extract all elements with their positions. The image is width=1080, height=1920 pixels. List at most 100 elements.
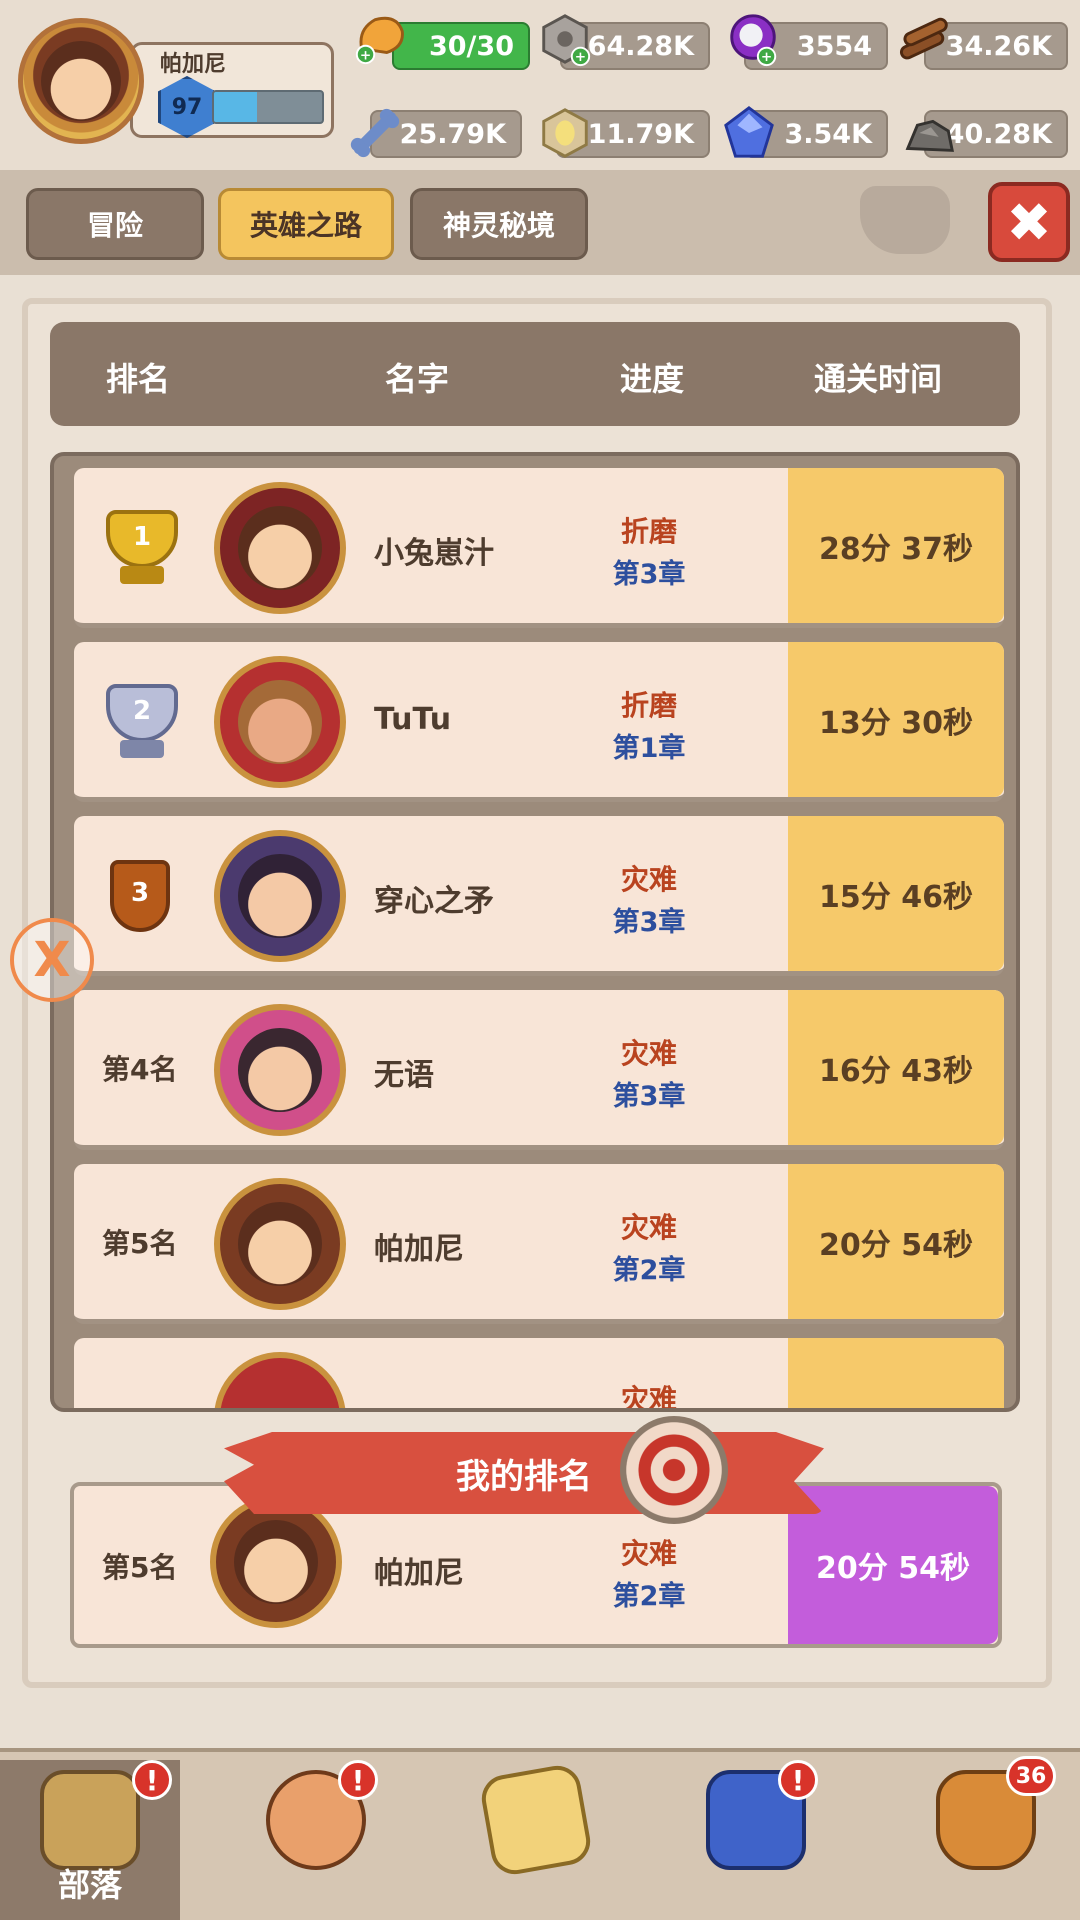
close-icon: ✖ [1006,190,1052,254]
clear-time [788,1338,1004,1408]
xp-bar [212,90,324,124]
table-row[interactable]: 第4名 无语 灾难 第3章 16分 43秒 [74,990,1004,1150]
difficulty-label: 灾难 [620,1211,677,1244]
difficulty-label: 折磨 [620,689,677,722]
map-icon [478,1762,594,1878]
avatar[interactable] [214,482,346,614]
player-name: 小兔崽汁 [374,536,494,571]
chapter-label: 第3章 [612,559,686,590]
x-logo-icon: X [33,932,71,988]
nav-pet[interactable]: ! [666,1760,846,1920]
rank-label: 第4名 [102,1053,178,1086]
egg-value: 11.79K [587,118,694,150]
energy-counter[interactable]: 30/30 [392,22,530,70]
tribe-hut-icon [40,1770,140,1870]
silver-trophy-icon: 2 [96,684,188,764]
table-header: 排名 名字 进度 通关时间 [50,322,1020,426]
header-progress: 进度 [620,360,685,398]
tab-adventure[interactable]: 冒险 [26,188,204,260]
crystal-value: 3.54K [784,118,872,150]
bone-value: 25.79K [399,118,506,150]
table-row[interactable]: 第5名 帕加尼 灾难 第2章 20分 54秒 [74,1164,1004,1324]
golden-egg-icon [542,108,588,158]
avatar[interactable] [214,1178,346,1310]
nav-tribe-label: 部落 [57,1866,122,1904]
alert-badge: ! [338,1760,378,1800]
my-chapter: 第2章 [612,1581,686,1612]
chapter-label: 第3章 [612,907,686,938]
rank-number: 2 [132,696,152,726]
level-number: 97 [171,95,203,120]
close-button[interactable]: ✖ [988,182,1070,262]
gold-trophy-icon: 1 [96,510,188,590]
player-name: 帕加尼 [160,52,227,77]
count-badge: 36 [1006,1756,1056,1796]
rank-label: 第5名 [102,1227,178,1260]
bone-icon [350,108,400,158]
avatar[interactable] [214,656,346,788]
xp-fill [214,92,258,122]
tab-divine-realm[interactable]: 神灵秘境 [410,188,588,260]
chapter-label: 第1章 [612,733,686,764]
my-rank-banner: 我的排名 [224,1432,824,1514]
difficulty-label: 灾难 [620,1383,677,1412]
nut-value: 64.28K [587,30,694,62]
rank-number: 1 [132,522,152,552]
wood-logs-icon[interactable] [894,10,952,68]
meat-energy-icon[interactable]: + [352,10,410,68]
table-row[interactable]: 1 小兔崽汁 折磨 第3章 28分 37秒 [74,468,1004,628]
decorative-pot-icon [860,186,950,254]
header-clear-time: 通关时间 [814,360,943,398]
avatar[interactable] [214,1004,346,1136]
avatar[interactable] [214,1352,346,1408]
svg-text:+: + [360,47,371,63]
difficulty-label: 灾难 [620,1037,677,1070]
purple-orb-icon[interactable]: + [724,10,782,68]
my-avatar[interactable] [210,1496,342,1628]
my-name: 帕加尼 [374,1556,464,1591]
chapter-label: 第3章 [612,1081,686,1112]
clear-time: 16分 43秒 [788,990,1004,1145]
nav-hero[interactable]: ! [226,1760,406,1920]
svg-text:+: + [761,49,772,65]
rank-number: 3 [130,878,150,908]
header-rank: 排名 [106,360,171,398]
header-name: 名字 [385,360,450,398]
player-avatar[interactable] [18,18,144,144]
table-row[interactable]: 灾难 [74,1338,1004,1412]
nav-tribe[interactable]: 部落 ! [0,1760,180,1920]
orb-value: 3554 [796,30,872,62]
clear-time: 28分 37秒 [788,468,1004,623]
energy-value: 30/30 [428,30,514,62]
my-rank-title: 我的排名 [456,1456,592,1497]
clear-time: 15分 46秒 [788,816,1004,971]
stone-ore-icon [905,119,954,152]
chapter-label: 第2章 [612,1255,686,1286]
nav-map[interactable] [446,1760,626,1920]
alert-badge: ! [132,1760,172,1800]
alert-badge: ! [778,1760,818,1800]
player-name: 无语 [374,1058,434,1093]
player-name: TuTu [374,702,452,737]
table-row[interactable]: 2 TuTu 折磨 第1章 13分 30秒 [74,642,1004,802]
floating-assist-button[interactable]: X [10,918,94,1002]
tab-hero-road[interactable]: 英雄之路 [218,188,394,260]
nav-bag[interactable]: 36 [896,1756,1076,1920]
player-name: 帕加尼 [374,1232,464,1267]
my-rank-label: 第5名 [102,1551,178,1584]
svg-text:+: + [575,49,586,65]
ore-value: 40.28K [945,118,1052,150]
my-difficulty: 灾难 [620,1537,677,1570]
clear-time: 20分 54秒 [788,1164,1004,1319]
avatar-face-icon [41,41,121,121]
difficulty-label: 折磨 [620,515,677,548]
bronze-badge-icon: 3 [110,860,170,932]
wood-value: 34.26K [945,30,1052,62]
difficulty-label: 灾难 [620,863,677,896]
clear-time: 13分 30秒 [788,642,1004,797]
avatar[interactable] [214,830,346,962]
table-row[interactable]: 3 穿心之矛 灾难 第3章 15分 46秒 [74,816,1004,976]
blue-crystal-icon [724,106,774,158]
ranking-list[interactable]: 1 小兔崽汁 折磨 第3章 28分 37秒 2 TuTu 折磨 第1章 13分 … [50,452,1020,1412]
hex-nut-icon[interactable]: + [536,10,594,68]
